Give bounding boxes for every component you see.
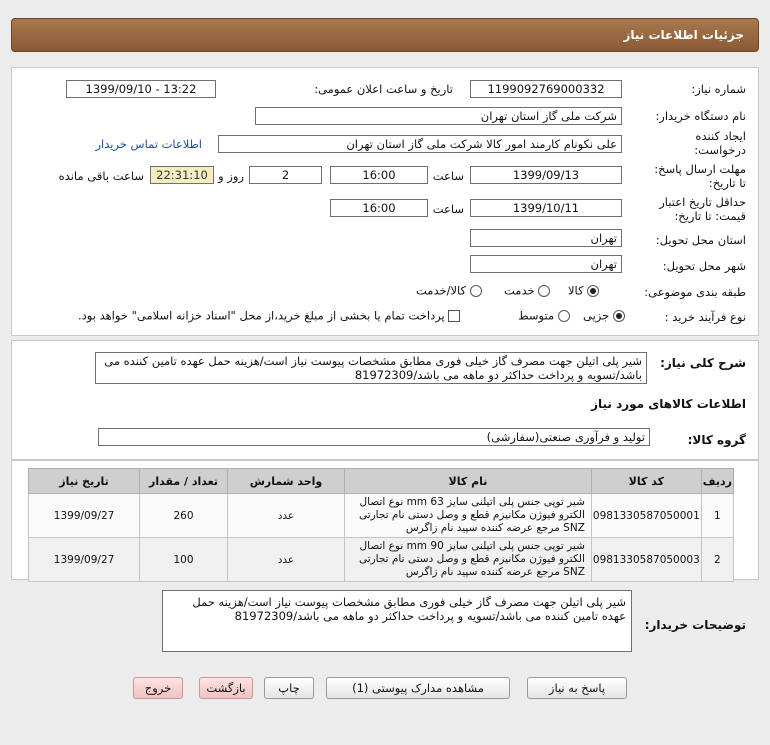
goods-group-label: گروه کالا: bbox=[687, 433, 746, 447]
goods-group-field: تولید و فرآوری صنعتی(سفارشی) bbox=[98, 428, 650, 446]
row-index: 2 bbox=[700, 537, 735, 582]
process-option-motevaset: متوسط bbox=[518, 308, 555, 323]
col-unit: واحد شمارش bbox=[226, 468, 346, 494]
radio-empty-icon bbox=[469, 284, 482, 297]
announce-label: تاریخ و ساعت اعلان عمومی: bbox=[314, 82, 453, 96]
print-button[interactable]: چاپ bbox=[264, 677, 314, 699]
remaining-label: ساعت باقی مانده bbox=[58, 169, 144, 183]
validity-label-line1: حداقل تاریخ اعتبار bbox=[659, 195, 746, 209]
creator-label-line1: ایجاد کننده bbox=[695, 129, 746, 143]
process-radio-motevaset[interactable]: متوسط bbox=[518, 308, 570, 323]
deadline-date-field: 1399/09/13 bbox=[470, 166, 622, 184]
validity-date-field: 1399/10/11 bbox=[470, 199, 622, 217]
page-header: جزئیات اطلاعات نیاز bbox=[11, 18, 759, 52]
row-unit: عدد bbox=[226, 493, 346, 538]
attachments-button[interactable]: مشاهده مدارک پیوستی (1) bbox=[326, 677, 510, 699]
table-row: 1 0981330587050001 شیر توپی جنس پلی اتیل… bbox=[27, 493, 735, 538]
col-name: نام کالا bbox=[344, 468, 592, 494]
announce-field: 1399/09/10 - 13:22 bbox=[66, 80, 216, 98]
row-name: شیر توپی جنس پلی اتیلنی سایز 63 mm نوع ا… bbox=[344, 493, 592, 538]
col-date: تاریخ نیاز bbox=[27, 468, 141, 494]
category-option-kala: کالا bbox=[568, 283, 584, 298]
treasury-payment-note: پرداخت تمام یا بخشی از مبلغ خرید،از محل … bbox=[78, 308, 445, 323]
remaining-time-field: 22:31:10 bbox=[150, 166, 214, 184]
buyer-org-field: شرکت ملی گاز استان تهران bbox=[255, 107, 622, 125]
validity-label: حداقل تاریخ اعتبار قیمت: تا تاریخ: bbox=[659, 195, 746, 223]
col-code: کد کالا bbox=[590, 468, 702, 494]
buyer-notes-label: توضیحات خریدار: bbox=[644, 618, 746, 632]
validity-time-label: ساعت bbox=[432, 202, 464, 216]
reply-button[interactable]: پاسخ به نیاز bbox=[527, 677, 627, 699]
radio-selected-icon bbox=[612, 309, 625, 322]
radio-empty-icon bbox=[557, 309, 570, 322]
deadline-label: مهلت ارسال پاسخ: تا تاریخ: bbox=[654, 162, 746, 190]
row-date: 1399/09/27 bbox=[27, 493, 141, 538]
process-option-jozei: جزیی bbox=[583, 308, 610, 323]
deadline-label-line1: مهلت ارسال پاسخ: bbox=[654, 162, 746, 176]
radio-selected-icon bbox=[587, 284, 600, 297]
col-qty: تعداد / مقدار bbox=[139, 468, 228, 494]
need-number-label: شماره نیاز: bbox=[691, 82, 746, 96]
city-field: تهران bbox=[470, 255, 622, 273]
days-label: روز و bbox=[218, 169, 244, 183]
category-option-kala-khedmat: کالا/خدمت bbox=[416, 283, 467, 298]
treasury-payment-checkbox[interactable]: پرداخت تمام یا بخشی از مبلغ خرید،از محل … bbox=[78, 308, 461, 323]
need-number-field: 1199092769000332 bbox=[470, 80, 622, 98]
category-radio-khedmat[interactable]: خدمت bbox=[504, 283, 551, 298]
checkbox-icon bbox=[448, 309, 461, 322]
description-box: شیر پلی اتیلن جهت مصرف گاز خیلی فوری مطا… bbox=[95, 352, 647, 384]
table-row: 2 0981330587050003 شیر توپی جنس پلی اتیل… bbox=[27, 537, 735, 582]
deadline-time-field: 16:00 bbox=[330, 166, 428, 184]
category-label: طبقه بندی موضوعی: bbox=[644, 285, 746, 299]
province-field: تهران bbox=[470, 229, 622, 247]
creator-label-line2: درخواست: bbox=[694, 143, 746, 157]
creator-field: علی نکونام کارمند امور کالا شرکت ملی گاز… bbox=[218, 135, 622, 153]
city-label: شهر محل تحویل: bbox=[662, 259, 746, 273]
row-qty: 260 bbox=[139, 493, 228, 538]
radio-empty-icon bbox=[538, 284, 551, 297]
goods-section-title: اطلاعات کالاهای مورد نیاز bbox=[591, 397, 746, 411]
col-row: ردیف bbox=[700, 468, 735, 494]
description-label: شرح کلی نیاز: bbox=[660, 356, 746, 370]
row-name: شیر توپی جنس پلی اتیلنی سایز 90 mm نوع ا… bbox=[344, 537, 592, 582]
process-label: نوع فرآیند خرید : bbox=[664, 310, 746, 324]
exit-button[interactable]: خروج bbox=[133, 677, 183, 699]
row-code: 0981330587050003 bbox=[590, 537, 702, 582]
row-qty: 100 bbox=[139, 537, 228, 582]
process-radio-jozei[interactable]: جزیی bbox=[583, 308, 625, 323]
category-radio-kala-khedmat[interactable]: کالا/خدمت bbox=[416, 283, 482, 298]
validity-time-field: 16:00 bbox=[330, 199, 428, 217]
buyer-notes-box: شیر پلی اتیلن جهت مصرف گاز خیلی فوری مطا… bbox=[162, 590, 632, 652]
row-index: 1 bbox=[700, 493, 735, 538]
category-radio-kala[interactable]: کالا bbox=[568, 283, 600, 298]
province-label: استان محل تحویل: bbox=[655, 233, 746, 247]
buyer-org-label: نام دستگاه خریدار: bbox=[655, 109, 746, 123]
creator-label: ایجاد کننده درخواست: bbox=[694, 129, 746, 157]
buyer-contact-link[interactable]: اطلاعات تماس خریدار bbox=[95, 137, 202, 151]
row-unit: عدد bbox=[226, 537, 346, 582]
validity-label-line2: قیمت: تا تاریخ: bbox=[674, 209, 746, 223]
items-table-header: ردیف کد کالا نام کالا واحد شمارش تعداد /… bbox=[27, 468, 735, 494]
back-button[interactable]: بازگشت bbox=[199, 677, 253, 699]
deadline-time-label: ساعت bbox=[432, 169, 464, 183]
deadline-label-line2: تا تاریخ: bbox=[708, 176, 746, 190]
row-date: 1399/09/27 bbox=[27, 537, 141, 582]
row-code: 0981330587050001 bbox=[590, 493, 702, 538]
items-table: ردیف کد کالا نام کالا واحد شمارش تعداد /… bbox=[27, 468, 735, 582]
days-field: 2 bbox=[249, 166, 322, 184]
category-option-khedmat: خدمت bbox=[504, 283, 535, 298]
